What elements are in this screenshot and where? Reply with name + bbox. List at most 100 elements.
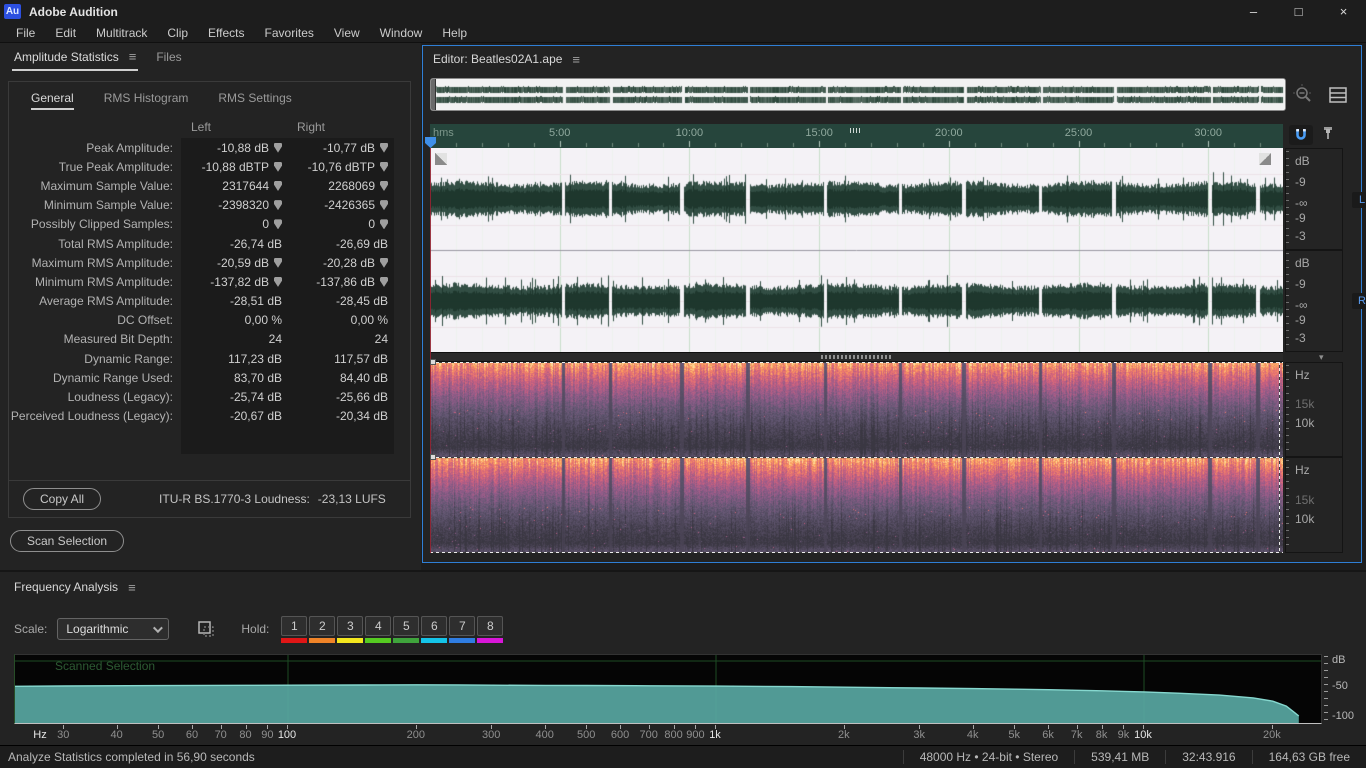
scale-label: 15k bbox=[1295, 493, 1314, 507]
menu-item-clip[interactable]: Clip bbox=[157, 24, 198, 42]
frequency-panel-menu-icon[interactable]: ≡ bbox=[128, 580, 136, 595]
overview-waveform[interactable] bbox=[431, 79, 1285, 110]
close-button[interactable]: × bbox=[1321, 0, 1366, 23]
hold-button-chip[interactable]: 5 bbox=[393, 616, 419, 636]
tab-rms-settings[interactable]: RMS Settings bbox=[218, 91, 291, 110]
hold-button-3[interactable]: 3 bbox=[337, 616, 363, 643]
marker-pin-icon[interactable] bbox=[380, 258, 388, 268]
stat-value-text: -10,76 dBTP bbox=[308, 160, 375, 174]
marker-pin-icon[interactable] bbox=[380, 162, 388, 172]
hz-scale-left[interactable]: Hz15k10k bbox=[1285, 362, 1343, 457]
db-scale-right[interactable]: dB-9-∞-9-3 bbox=[1285, 250, 1343, 352]
db-scale-left[interactable]: dB-9-∞-9-3 bbox=[1285, 148, 1343, 250]
marker-pin-icon[interactable] bbox=[274, 181, 282, 191]
hold-button-chip[interactable]: 6 bbox=[421, 616, 447, 636]
hold-button-chip[interactable]: 4 bbox=[365, 616, 391, 636]
stat-value-text: -25,74 dB bbox=[230, 390, 282, 404]
menu-item-file[interactable]: File bbox=[6, 24, 45, 42]
editor-panel-menu-icon[interactable]: ≡ bbox=[572, 52, 580, 67]
marker-pin-icon[interactable] bbox=[274, 277, 282, 287]
app-logo-icon: Au bbox=[4, 4, 21, 19]
hold-button-chip[interactable]: 1 bbox=[281, 616, 307, 636]
hold-color-bar bbox=[477, 638, 503, 643]
scan-selection-button[interactable]: Scan Selection bbox=[10, 530, 124, 552]
table-row: Average RMS Amplitude:-28,51 dB-28,45 dB bbox=[9, 292, 410, 311]
tab-amplitude-statistics[interactable]: Amplitude Statistics ≡ bbox=[12, 43, 138, 71]
editor-tab-label[interactable]: Editor: Beatles02A1.ape bbox=[433, 52, 562, 66]
panel-menu-icon[interactable]: ≡ bbox=[129, 49, 137, 64]
status-info-segments: 48000 Hz • 24-bit • Stereo539,41 MB32:43… bbox=[903, 750, 1366, 765]
marker-pin-icon[interactable] bbox=[380, 200, 388, 210]
menu-item-help[interactable]: Help bbox=[432, 24, 477, 42]
hz-scale-right[interactable]: Hz15k10k bbox=[1285, 457, 1343, 553]
frequency-analysis-tab-label[interactable]: Frequency Analysis bbox=[14, 580, 118, 594]
stat-values: -2398320-2426365 bbox=[181, 196, 394, 215]
stat-value-right: 0 bbox=[287, 217, 393, 231]
marker-pin-icon[interactable] bbox=[274, 258, 282, 268]
loudness-value: -23,13 LUFS bbox=[318, 492, 386, 506]
marker-pin-icon[interactable] bbox=[380, 219, 388, 229]
overview-left-handle[interactable] bbox=[431, 79, 436, 110]
selection-edge-handle-middle[interactable] bbox=[430, 454, 436, 460]
zoom-navigate-icon[interactable] bbox=[1293, 84, 1315, 106]
marker-pin-icon[interactable] bbox=[380, 143, 388, 153]
menu-item-edit[interactable]: Edit bbox=[45, 24, 86, 42]
status-message: Analyze Statistics completed in 56,90 se… bbox=[8, 750, 255, 764]
marker-pin-icon[interactable] bbox=[274, 200, 282, 210]
x-axis-label: 200 bbox=[396, 729, 436, 741]
hold-button-4[interactable]: 4 bbox=[365, 616, 391, 643]
wave-spectral-splitter[interactable] bbox=[430, 352, 1283, 362]
copy-selection-icon[interactable] bbox=[195, 618, 217, 640]
stat-label: Average RMS Amplitude: bbox=[9, 294, 181, 308]
menu-item-effects[interactable]: Effects bbox=[198, 24, 254, 42]
stat-label: Perceived Loudness (Legacy): bbox=[9, 409, 181, 423]
marker-pin-icon[interactable] bbox=[274, 219, 282, 229]
spectral-display[interactable] bbox=[430, 362, 1283, 553]
hold-button-6[interactable]: 6 bbox=[421, 616, 447, 643]
x-axis-label: 400 bbox=[525, 729, 565, 741]
hold-button-chip[interactable]: 8 bbox=[477, 616, 503, 636]
waveform-display[interactable] bbox=[430, 148, 1283, 352]
menu-item-favorites[interactable]: Favorites bbox=[255, 24, 324, 42]
hold-button-5[interactable]: 5 bbox=[393, 616, 419, 643]
frequency-plot[interactable]: Scanned Selection bbox=[14, 654, 1322, 724]
marker-pin-icon[interactable] bbox=[274, 162, 282, 172]
marker-pin-icon[interactable] bbox=[380, 181, 388, 191]
hold-button-chip[interactable]: 7 bbox=[449, 616, 475, 636]
table-row: Minimum RMS Amplitude:-137,82 dB-137,86 … bbox=[9, 272, 410, 291]
tab-general[interactable]: General bbox=[31, 91, 74, 110]
ruler-unit-label: hms bbox=[433, 127, 454, 139]
pin-icon[interactable] bbox=[1321, 125, 1335, 145]
minimize-button[interactable]: – bbox=[1231, 0, 1276, 23]
marker-pin-icon[interactable] bbox=[274, 143, 282, 153]
menu-item-multitrack[interactable]: Multitrack bbox=[86, 24, 157, 42]
stat-label: Dynamic Range: bbox=[9, 352, 181, 366]
right-channel-badge[interactable]: R bbox=[1352, 293, 1366, 309]
overview-navigation-bar[interactable] bbox=[430, 78, 1286, 111]
scale-dropdown[interactable]: Logarithmic bbox=[57, 618, 169, 640]
copy-all-button[interactable]: Copy All bbox=[23, 488, 101, 510]
editor-layout-icon[interactable] bbox=[1327, 84, 1349, 106]
tab-rms-histogram[interactable]: RMS Histogram bbox=[104, 91, 189, 110]
tab-files[interactable]: Files bbox=[154, 44, 183, 71]
hold-button-8[interactable]: 8 bbox=[477, 616, 503, 643]
hold-button-1[interactable]: 1 bbox=[281, 616, 307, 643]
selection-edge-handle-top[interactable] bbox=[430, 359, 436, 365]
hold-button-7[interactable]: 7 bbox=[449, 616, 475, 643]
menu-item-window[interactable]: Window bbox=[370, 24, 433, 42]
splitter-grip[interactable] bbox=[821, 355, 893, 359]
selection-handle-top-left[interactable] bbox=[435, 153, 447, 165]
hold-button-chip[interactable]: 3 bbox=[337, 616, 363, 636]
left-channel-badge[interactable]: L bbox=[1352, 192, 1366, 208]
hold-button-chip[interactable]: 2 bbox=[309, 616, 335, 636]
snap-magnet-toggle[interactable] bbox=[1289, 125, 1313, 145]
waveform-canvas[interactable] bbox=[430, 148, 1283, 352]
collapse-arrow-icon[interactable]: ▾ bbox=[1319, 352, 1324, 363]
selection-handle-top-right[interactable] bbox=[1259, 153, 1271, 165]
menu-item-view[interactable]: View bbox=[324, 24, 370, 42]
hold-button-2[interactable]: 2 bbox=[309, 616, 335, 643]
timeline-ruler[interactable]: hms 5:0010:0015:0020:0025:0030:00 bbox=[430, 124, 1283, 148]
maximize-button[interactable]: □ bbox=[1276, 0, 1321, 23]
stat-value-left: -28,51 dB bbox=[181, 294, 287, 308]
marker-pin-icon[interactable] bbox=[380, 277, 388, 287]
